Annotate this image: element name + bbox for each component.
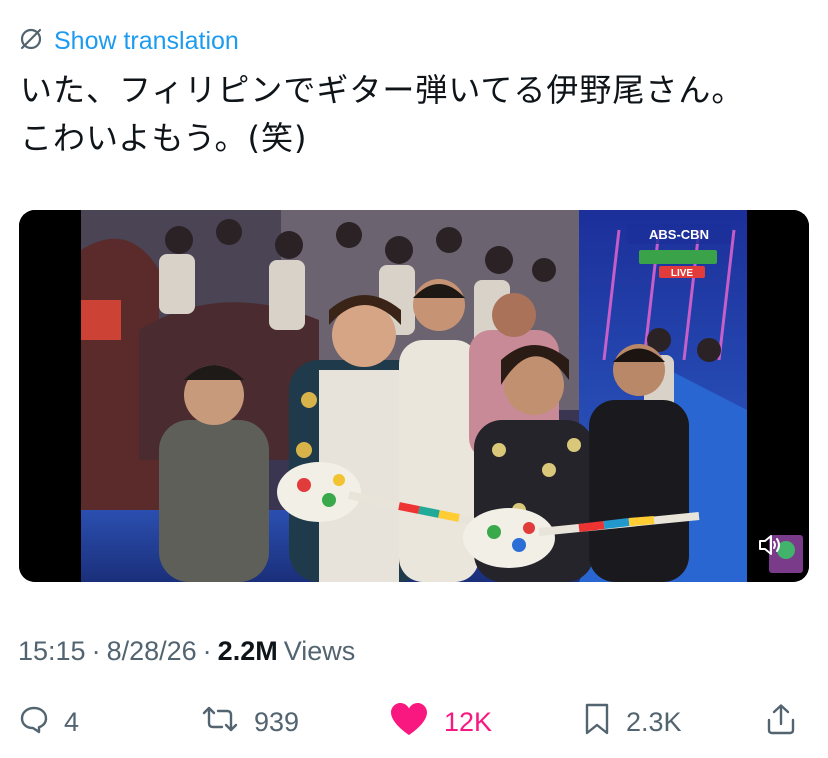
bookmark-button[interactable]: 2.3K <box>582 700 682 744</box>
speaker-muted-icon <box>756 531 784 563</box>
broadcaster-logo: ABS-CBN <box>649 227 709 242</box>
video-player[interactable]: ABS-CBN LIVE <box>19 210 809 582</box>
bookmark-icon <box>582 702 612 743</box>
like-button[interactable]: 12K <box>388 700 492 744</box>
tweet-text: いた、フィリピンでギター弾いてる伊野尾さん。 こわいよもう。(笑) <box>20 71 745 157</box>
like-count: 12K <box>444 706 493 737</box>
live-badge: LIVE <box>671 268 694 279</box>
reply-button[interactable]: 4 <box>18 700 79 744</box>
mute-toggle-button[interactable] <box>755 532 785 562</box>
repost-count: 939 <box>254 706 300 737</box>
reply-icon <box>18 703 50 742</box>
heart-icon <box>388 701 430 744</box>
separator-dot: · <box>202 635 212 666</box>
tweet-meta: 15:15 · 8/28/26 · 2.2M Views <box>18 633 355 669</box>
show-translation-label: Show translation <box>54 26 239 55</box>
tweet-time: 15:15 <box>18 635 86 666</box>
share-button[interactable] <box>764 700 798 744</box>
separator-dot: · <box>91 635 101 666</box>
video-frame: ABS-CBN LIVE <box>19 210 809 582</box>
reply-count: 4 <box>64 706 80 737</box>
share-icon <box>764 702 798 743</box>
translate-icon <box>18 26 44 56</box>
show-translation-button[interactable]: Show translation <box>18 26 239 56</box>
action-bar: 4 939 12K 2.3K <box>0 700 828 744</box>
views-label: Views <box>283 635 356 666</box>
repost-icon <box>200 703 240 742</box>
tweet-date: 8/28/26 <box>106 635 197 666</box>
repost-button[interactable]: 939 <box>200 700 299 744</box>
views-count: 2.2M <box>217 635 278 666</box>
bookmark-count: 2.3K <box>626 706 682 737</box>
